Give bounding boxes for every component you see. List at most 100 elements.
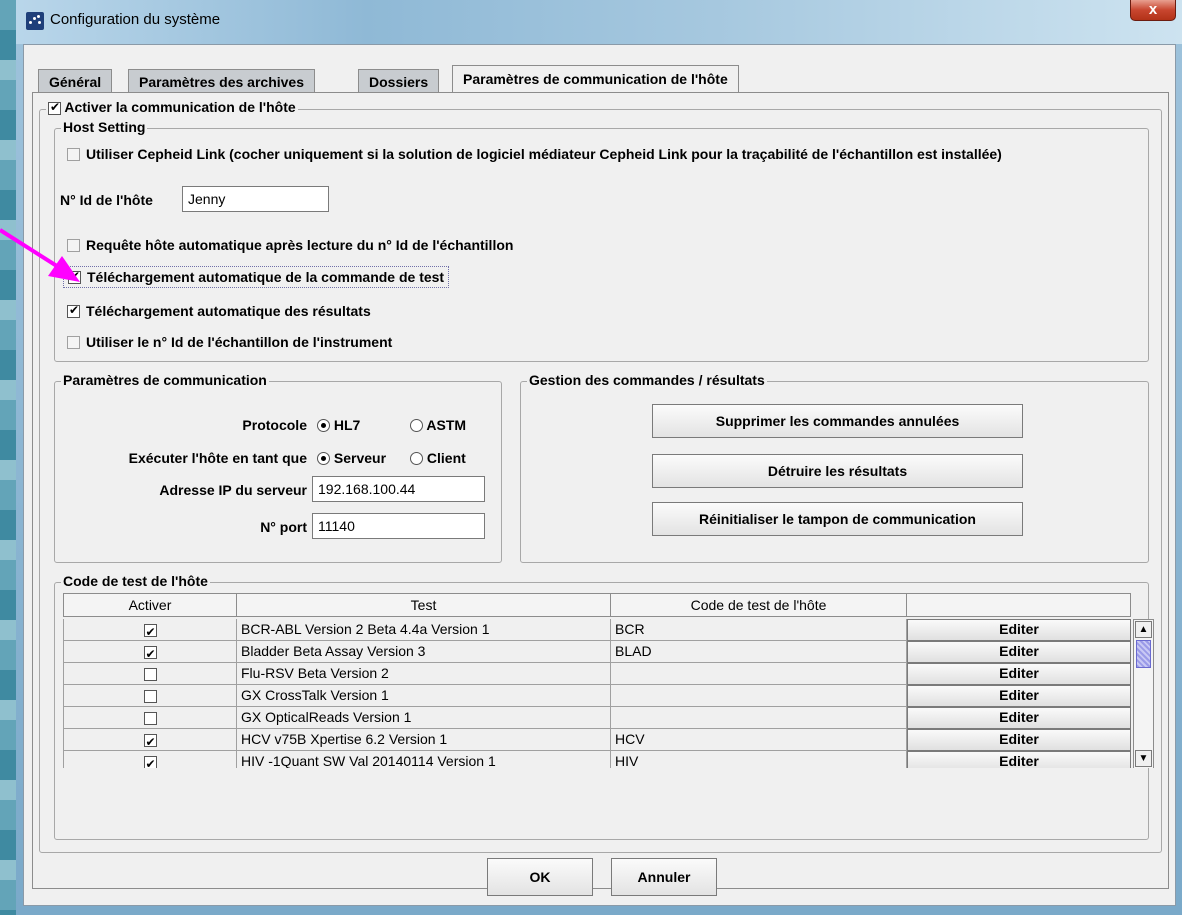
port-label: N° port	[260, 519, 307, 535]
test-name-cell: GX OpticalReads Version 1	[237, 707, 611, 729]
ok-button[interactable]: OK	[487, 858, 593, 896]
port-input[interactable]: 11140	[312, 513, 485, 539]
protocol-astm-label: ASTM	[426, 417, 467, 433]
test-name-cell: GX CrossTalk Version 1	[237, 685, 611, 707]
row-enable-checkbox[interactable]	[143, 622, 157, 640]
cepheid-link-label: Utiliser Cepheid Link (cocher uniquement…	[86, 146, 1002, 162]
host-code-cell[interactable]: BCR	[611, 619, 907, 641]
table-row[interactable]: BCR-ABL Version 2 Beta 4.4a Version 1BCR…	[63, 619, 1131, 641]
host-id-label: N° Id de l'hôte	[60, 192, 153, 208]
desktop-background	[0, 0, 16, 915]
cepheid-link-row[interactable]: Utiliser Cepheid Link (cocher uniquement…	[67, 146, 1002, 162]
host-code-cell[interactable]	[611, 663, 907, 685]
row-enable-checkbox[interactable]	[143, 732, 157, 750]
protocol-label: Protocole	[242, 417, 307, 433]
enable-cell	[63, 685, 237, 707]
column-header-test[interactable]: Test	[237, 593, 611, 617]
arrow-head	[48, 256, 80, 282]
run-as-client-radio[interactable]	[410, 451, 423, 465]
edit-button[interactable]: Editer	[907, 685, 1131, 707]
test-name-cell: HCV v75B Xpertise 6.2 Version 1	[237, 729, 611, 751]
dialog-client: Général Paramètres des archives Dossiers…	[23, 44, 1176, 906]
protocol-hl7-radio[interactable]	[317, 418, 330, 432]
use-instrument-sample-id-label: Utiliser le n° Id de l'échantillon de l'…	[86, 334, 393, 350]
host-id-input[interactable]: Jenny	[182, 186, 329, 212]
protocol-hl7-option[interactable]: HL7	[317, 417, 360, 433]
table-row[interactable]: Flu-RSV Beta Version 2 Editer	[63, 663, 1131, 685]
column-header-host-code[interactable]: Code de test de l'hôte	[611, 593, 907, 617]
run-as-server-option[interactable]: Serveur	[317, 450, 386, 466]
host-code-cell[interactable]	[611, 685, 907, 707]
enable-comm-checkbox[interactable]	[48, 100, 61, 115]
enable-comm-label: Activer la communication de l'hôte	[64, 99, 296, 115]
row-enable-checkbox[interactable]	[143, 667, 157, 681]
edit-button[interactable]: Editer	[907, 707, 1131, 729]
test-name-cell: Flu-RSV Beta Version 2	[237, 663, 611, 685]
edit-button[interactable]: Editer	[907, 729, 1131, 751]
comm-params-legend: Paramètres de communication	[61, 372, 269, 388]
table-row[interactable]: GX CrossTalk Version 1 Editer	[63, 685, 1131, 707]
table-scrollbar[interactable]: ▲ ▼	[1133, 619, 1154, 768]
edit-button[interactable]: Editer	[907, 641, 1131, 663]
server-ip-input[interactable]: 192.168.100.44	[312, 476, 485, 502]
row-enable-checkbox[interactable]	[143, 689, 157, 703]
host-code-cell[interactable]: HCV	[611, 729, 907, 751]
enable-cell	[63, 707, 237, 729]
test-codes-legend: Code de test de l'hôte	[61, 573, 210, 589]
use-instrument-sample-id-checkbox[interactable]	[67, 335, 80, 349]
run-as-client-label: Client	[426, 450, 466, 466]
tab-general[interactable]: Général	[38, 69, 113, 93]
use-instrument-sample-id-row[interactable]: Utiliser le n° Id de l'échantillon de l'…	[67, 334, 392, 350]
delete-cancelled-orders-button[interactable]: Supprimer les commandes annulées	[652, 404, 1023, 438]
run-as-client-option[interactable]: Client	[410, 450, 466, 466]
scroll-thumb[interactable]	[1136, 640, 1151, 668]
protocol-hl7-label: HL7	[333, 417, 361, 433]
destroy-results-button[interactable]: Détruire les résultats	[652, 454, 1023, 488]
table-row[interactable]: HIV -1Quant SW Val 20140114 Version 1HIV…	[63, 751, 1131, 768]
auto-download-orders-row[interactable]: Téléchargement automatique de la command…	[63, 266, 450, 288]
title-bar[interactable]: Configuration du système x	[16, 0, 1182, 44]
order-mgmt-legend: Gestion des commandes / résultats	[527, 372, 767, 388]
auto-query-row[interactable]: Requête hôte automatique après lecture d…	[67, 237, 513, 253]
protocol-astm-option[interactable]: ASTM	[410, 417, 466, 433]
host-code-cell[interactable]: BLAD	[611, 641, 907, 663]
edit-button[interactable]: Editer	[907, 663, 1131, 685]
test-name-cell: BCR-ABL Version 2 Beta 4.4a Version 1	[237, 619, 611, 641]
scroll-up-arrow-icon[interactable]: ▲	[1135, 621, 1152, 638]
row-enable-checkbox[interactable]	[143, 711, 157, 725]
column-header-enable[interactable]: Activer	[63, 593, 237, 617]
protocol-astm-radio[interactable]	[410, 418, 423, 432]
reset-comm-buffer-button[interactable]: Réinitialiser le tampon de communication	[652, 502, 1023, 536]
row-enable-checkbox[interactable]	[143, 644, 157, 662]
tab-folders[interactable]: Dossiers	[358, 69, 440, 93]
edit-button[interactable]: Editer	[907, 619, 1131, 641]
app-icon	[26, 12, 44, 30]
enable-cell	[63, 641, 237, 663]
table-row[interactable]: Bladder Beta Assay Version 3BLADEditer	[63, 641, 1131, 663]
host-setting-group: Host Setting Utiliser Cepheid Link (coch…	[54, 119, 1149, 362]
auto-download-results-row[interactable]: Téléchargement automatique des résultats	[67, 303, 371, 319]
tab-archive-settings[interactable]: Paramètres des archives	[128, 69, 315, 93]
server-ip-label: Adresse IP du serveur	[159, 482, 307, 498]
table-header: Activer Test Code de test de l'hôte	[63, 593, 1131, 617]
cepheid-link-checkbox[interactable]	[67, 147, 80, 161]
host-code-cell[interactable]	[611, 707, 907, 729]
table-row[interactable]: GX OpticalReads Version 1 Editer	[63, 707, 1131, 729]
host-code-cell[interactable]: HIV	[611, 751, 907, 768]
run-as-label: Exécuter l'hôte en tant que	[128, 450, 307, 466]
enable-cell	[63, 619, 237, 641]
run-as-server-label: Serveur	[333, 450, 387, 466]
enable-comm-row[interactable]: Activer la communication de l'hôte	[46, 99, 298, 115]
table-row[interactable]: HCV v75B Xpertise 6.2 Version 1HCVEditer	[63, 729, 1131, 751]
auto-download-results-checkbox[interactable]	[67, 303, 80, 318]
run-as-server-radio[interactable]	[317, 451, 330, 465]
order-mgmt-group: Gestion des commandes / résultats Suppri…	[520, 372, 1149, 563]
edit-button[interactable]: Editer	[907, 751, 1131, 768]
close-button[interactable]: x	[1130, 0, 1176, 21]
scroll-down-arrow-icon[interactable]: ▼	[1135, 750, 1152, 767]
row-enable-checkbox[interactable]	[143, 754, 157, 768]
test-name-cell: Bladder Beta Assay Version 3	[237, 641, 611, 663]
arrow-shaft	[0, 228, 62, 270]
cancel-button[interactable]: Annuler	[611, 858, 717, 896]
tab-host-communication[interactable]: Paramètres de communication de l'hôte	[452, 65, 739, 93]
